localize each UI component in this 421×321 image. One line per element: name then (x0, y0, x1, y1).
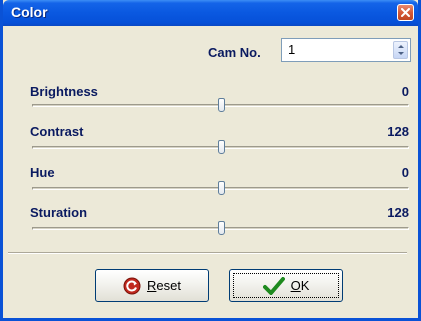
close-button[interactable] (397, 4, 414, 21)
slider-thumb[interactable] (217, 181, 225, 195)
hue-slider[interactable] (32, 181, 409, 197)
checkmark-icon (262, 276, 285, 295)
slider-thumb[interactable] (217, 221, 225, 235)
spin-up-icon[interactable] (398, 45, 404, 48)
cam-no-value: 1 (288, 42, 296, 57)
reset-button[interactable]: Reset (95, 269, 209, 302)
contrast-label: Contrast (30, 124, 84, 139)
reset-button-label: Reset (147, 278, 181, 293)
saturation-label: Sturation (30, 205, 88, 220)
saturation-value: 128 (387, 205, 409, 220)
slider-thumb[interactable] (217, 140, 225, 154)
window-title: Color (11, 4, 48, 20)
hue-label: Hue (30, 165, 55, 180)
contrast-slider[interactable] (32, 140, 409, 156)
ok-button[interactable]: OK (229, 269, 343, 302)
cam-no-spinbox[interactable]: 1 (281, 38, 411, 62)
hue-value: 0 (401, 165, 409, 180)
title-bar[interactable]: Color (3, 0, 418, 26)
reset-button-content: Reset (96, 270, 208, 301)
spin-down-icon[interactable] (398, 52, 404, 55)
ok-button-content: OK (233, 273, 339, 298)
ok-button-label: OK (290, 278, 310, 293)
close-icon (401, 8, 410, 17)
spin-buttons-icon[interactable] (393, 41, 408, 59)
divider (8, 252, 407, 254)
contrast-value: 128 (387, 124, 409, 139)
saturation-slider[interactable] (32, 221, 409, 237)
reset-icon (123, 277, 141, 294)
slider-thumb[interactable] (217, 98, 225, 112)
cam-no-label: Cam No. (208, 45, 261, 60)
brightness-slider[interactable] (32, 98, 409, 114)
brightness-label: Brightness (30, 84, 98, 99)
brightness-value: 0 (401, 84, 409, 99)
